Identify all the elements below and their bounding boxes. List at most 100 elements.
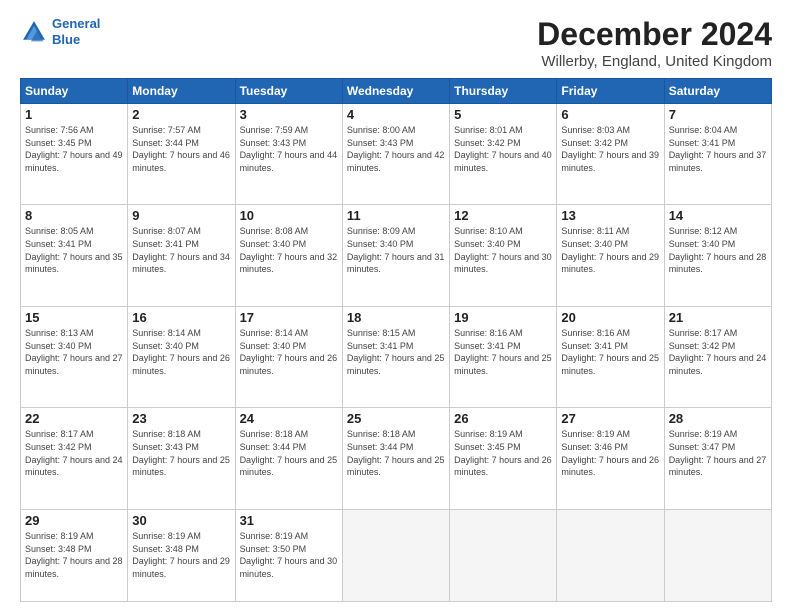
day-number: 4 bbox=[347, 107, 445, 122]
calendar-week-row: 29 Sunrise: 8:19 AM Sunset: 3:48 PM Dayli… bbox=[21, 509, 772, 601]
table-row: 28Sunrise: 8:19 AM Sunset: 3:47 PM Dayli… bbox=[664, 408, 771, 509]
day-info: Sunrise: 8:05 AM Sunset: 3:41 PM Dayligh… bbox=[25, 225, 123, 275]
table-row bbox=[342, 509, 449, 601]
table-row bbox=[557, 509, 664, 601]
col-monday: Monday bbox=[128, 79, 235, 104]
calendar-week-row: 22 Sunrise: 8:17 AM Sunset: 3:42 PM Dayli… bbox=[21, 408, 772, 509]
table-row: 19Sunrise: 8:16 AM Sunset: 3:41 PM Dayli… bbox=[450, 306, 557, 407]
day-info: Sunrise: 8:18 AM Sunset: 3:44 PM Dayligh… bbox=[347, 428, 445, 478]
logo: General Blue bbox=[20, 16, 100, 47]
calendar-header-row: Sunday Monday Tuesday Wednesday Thursday… bbox=[21, 79, 772, 104]
page: General Blue December 2024 Willerby, Eng… bbox=[0, 0, 792, 612]
day-number: 20 bbox=[561, 310, 659, 325]
day-number: 31 bbox=[240, 513, 338, 528]
table-row: 3 Sunrise: 7:59 AM Sunset: 3:43 PM Daylig… bbox=[235, 104, 342, 205]
table-row: 9 Sunrise: 8:07 AM Sunset: 3:41 PM Daylig… bbox=[128, 205, 235, 306]
day-number: 5 bbox=[454, 107, 552, 122]
table-row: 14 Sunrise: 8:12 AM Sunset: 3:40 PM Dayli… bbox=[664, 205, 771, 306]
day-info: Sunrise: 8:16 AM Sunset: 3:41 PM Dayligh… bbox=[454, 327, 552, 377]
day-number: 30 bbox=[132, 513, 230, 528]
table-row: 7 Sunrise: 8:04 AM Sunset: 3:41 PM Daylig… bbox=[664, 104, 771, 205]
day-number: 22 bbox=[25, 411, 123, 426]
table-row bbox=[664, 509, 771, 601]
logo-general: General bbox=[52, 16, 100, 31]
calendar-week-row: 8 Sunrise: 8:05 AM Sunset: 3:41 PM Daylig… bbox=[21, 205, 772, 306]
main-title: December 2024 bbox=[537, 16, 772, 53]
day-info: Sunrise: 8:17 AM Sunset: 3:42 PM Dayligh… bbox=[25, 428, 123, 478]
day-info: Sunrise: 8:00 AM Sunset: 3:43 PM Dayligh… bbox=[347, 124, 445, 174]
col-friday: Friday bbox=[557, 79, 664, 104]
table-row: 6 Sunrise: 8:03 AM Sunset: 3:42 PM Daylig… bbox=[557, 104, 664, 205]
day-number: 17 bbox=[240, 310, 338, 325]
day-info: Sunrise: 7:57 AM Sunset: 3:44 PM Dayligh… bbox=[132, 124, 230, 174]
day-info: Sunrise: 8:19 AM Sunset: 3:47 PM Dayligh… bbox=[669, 428, 767, 478]
table-row: 5 Sunrise: 8:01 AM Sunset: 3:42 PM Daylig… bbox=[450, 104, 557, 205]
table-row: 1 Sunrise: 7:56 AM Sunset: 3:45 PM Daylig… bbox=[21, 104, 128, 205]
day-number: 2 bbox=[132, 107, 230, 122]
day-number: 21 bbox=[669, 310, 767, 325]
table-row: 23 Sunrise: 8:18 AM Sunset: 3:43 PM Dayli… bbox=[128, 408, 235, 509]
table-row: 13Sunrise: 8:11 AM Sunset: 3:40 PM Dayli… bbox=[557, 205, 664, 306]
calendar-week-row: 15Sunrise: 8:13 AM Sunset: 3:40 PM Dayli… bbox=[21, 306, 772, 407]
day-info: Sunrise: 8:15 AM Sunset: 3:41 PM Dayligh… bbox=[347, 327, 445, 377]
day-info: Sunrise: 7:56 AM Sunset: 3:45 PM Dayligh… bbox=[25, 124, 123, 174]
day-info: Sunrise: 8:17 AM Sunset: 3:42 PM Dayligh… bbox=[669, 327, 767, 377]
day-info: Sunrise: 8:14 AM Sunset: 3:40 PM Dayligh… bbox=[240, 327, 338, 377]
day-number: 26 bbox=[454, 411, 552, 426]
day-number: 8 bbox=[25, 208, 123, 223]
day-info: Sunrise: 8:19 AM Sunset: 3:46 PM Dayligh… bbox=[561, 428, 659, 478]
day-info: Sunrise: 8:18 AM Sunset: 3:43 PM Dayligh… bbox=[132, 428, 230, 478]
table-row: 25 Sunrise: 8:18 AM Sunset: 3:44 PM Dayli… bbox=[342, 408, 449, 509]
day-info: Sunrise: 8:11 AM Sunset: 3:40 PM Dayligh… bbox=[561, 225, 659, 275]
table-row: 22 Sunrise: 8:17 AM Sunset: 3:42 PM Dayli… bbox=[21, 408, 128, 509]
day-info: Sunrise: 8:19 AM Sunset: 3:45 PM Dayligh… bbox=[454, 428, 552, 478]
col-sunday: Sunday bbox=[21, 79, 128, 104]
day-number: 29 bbox=[25, 513, 123, 528]
day-info: Sunrise: 8:07 AM Sunset: 3:41 PM Dayligh… bbox=[132, 225, 230, 275]
day-number: 9 bbox=[132, 208, 230, 223]
logo-blue: Blue bbox=[52, 32, 80, 47]
day-number: 23 bbox=[132, 411, 230, 426]
table-row: 2 Sunrise: 7:57 AM Sunset: 3:44 PM Daylig… bbox=[128, 104, 235, 205]
calendar-week-row: 1 Sunrise: 7:56 AM Sunset: 3:45 PM Daylig… bbox=[21, 104, 772, 205]
day-info: Sunrise: 8:01 AM Sunset: 3:42 PM Dayligh… bbox=[454, 124, 552, 174]
day-number: 6 bbox=[561, 107, 659, 122]
day-info: Sunrise: 8:04 AM Sunset: 3:41 PM Dayligh… bbox=[669, 124, 767, 174]
table-row: 16Sunrise: 8:14 AM Sunset: 3:40 PM Dayli… bbox=[128, 306, 235, 407]
day-number: 14 bbox=[669, 208, 767, 223]
day-number: 25 bbox=[347, 411, 445, 426]
day-info: Sunrise: 8:10 AM Sunset: 3:40 PM Dayligh… bbox=[454, 225, 552, 275]
table-row: 17 Sunrise: 8:14 AM Sunset: 3:40 PM Dayli… bbox=[235, 306, 342, 407]
table-row: 15Sunrise: 8:13 AM Sunset: 3:40 PM Dayli… bbox=[21, 306, 128, 407]
logo-icon bbox=[20, 18, 48, 46]
day-number: 3 bbox=[240, 107, 338, 122]
day-number: 18 bbox=[347, 310, 445, 325]
table-row: 18 Sunrise: 8:15 AM Sunset: 3:41 PM Dayli… bbox=[342, 306, 449, 407]
day-info: Sunrise: 8:16 AM Sunset: 3:41 PM Dayligh… bbox=[561, 327, 659, 377]
day-number: 27 bbox=[561, 411, 659, 426]
day-info: Sunrise: 8:12 AM Sunset: 3:40 PM Dayligh… bbox=[669, 225, 767, 275]
logo-text: General Blue bbox=[52, 16, 100, 47]
day-info: Sunrise: 8:14 AM Sunset: 3:40 PM Dayligh… bbox=[132, 327, 230, 377]
title-block: December 2024 Willerby, England, United … bbox=[537, 16, 772, 70]
day-number: 11 bbox=[347, 208, 445, 223]
day-info: Sunrise: 8:19 AM Sunset: 3:48 PM Dayligh… bbox=[132, 530, 230, 580]
day-number: 15 bbox=[25, 310, 123, 325]
table-row: 12Sunrise: 8:10 AM Sunset: 3:40 PM Dayli… bbox=[450, 205, 557, 306]
day-number: 7 bbox=[669, 107, 767, 122]
table-row: 4 Sunrise: 8:00 AM Sunset: 3:43 PM Daylig… bbox=[342, 104, 449, 205]
table-row: 29Sunrise: 8:19 AM Sunset: 3:48 PM Dayli… bbox=[21, 509, 128, 601]
day-info: Sunrise: 7:59 AM Sunset: 3:43 PM Dayligh… bbox=[240, 124, 338, 174]
table-row: 27 Sunrise: 8:19 AM Sunset: 3:46 PM Dayli… bbox=[557, 408, 664, 509]
col-thursday: Thursday bbox=[450, 79, 557, 104]
table-row: 30 Sunrise: 8:19 AM Sunset: 3:48 PM Dayli… bbox=[128, 509, 235, 601]
header: General Blue December 2024 Willerby, Eng… bbox=[20, 16, 772, 70]
table-row: 20 Sunrise: 8:16 AM Sunset: 3:41 PM Dayli… bbox=[557, 306, 664, 407]
day-number: 10 bbox=[240, 208, 338, 223]
col-wednesday: Wednesday bbox=[342, 79, 449, 104]
table-row: 8 Sunrise: 8:05 AM Sunset: 3:41 PM Daylig… bbox=[21, 205, 128, 306]
day-number: 1 bbox=[25, 107, 123, 122]
table-row: 24Sunrise: 8:18 AM Sunset: 3:44 PM Dayli… bbox=[235, 408, 342, 509]
day-info: Sunrise: 8:03 AM Sunset: 3:42 PM Dayligh… bbox=[561, 124, 659, 174]
day-info: Sunrise: 8:19 AM Sunset: 3:50 PM Dayligh… bbox=[240, 530, 338, 580]
